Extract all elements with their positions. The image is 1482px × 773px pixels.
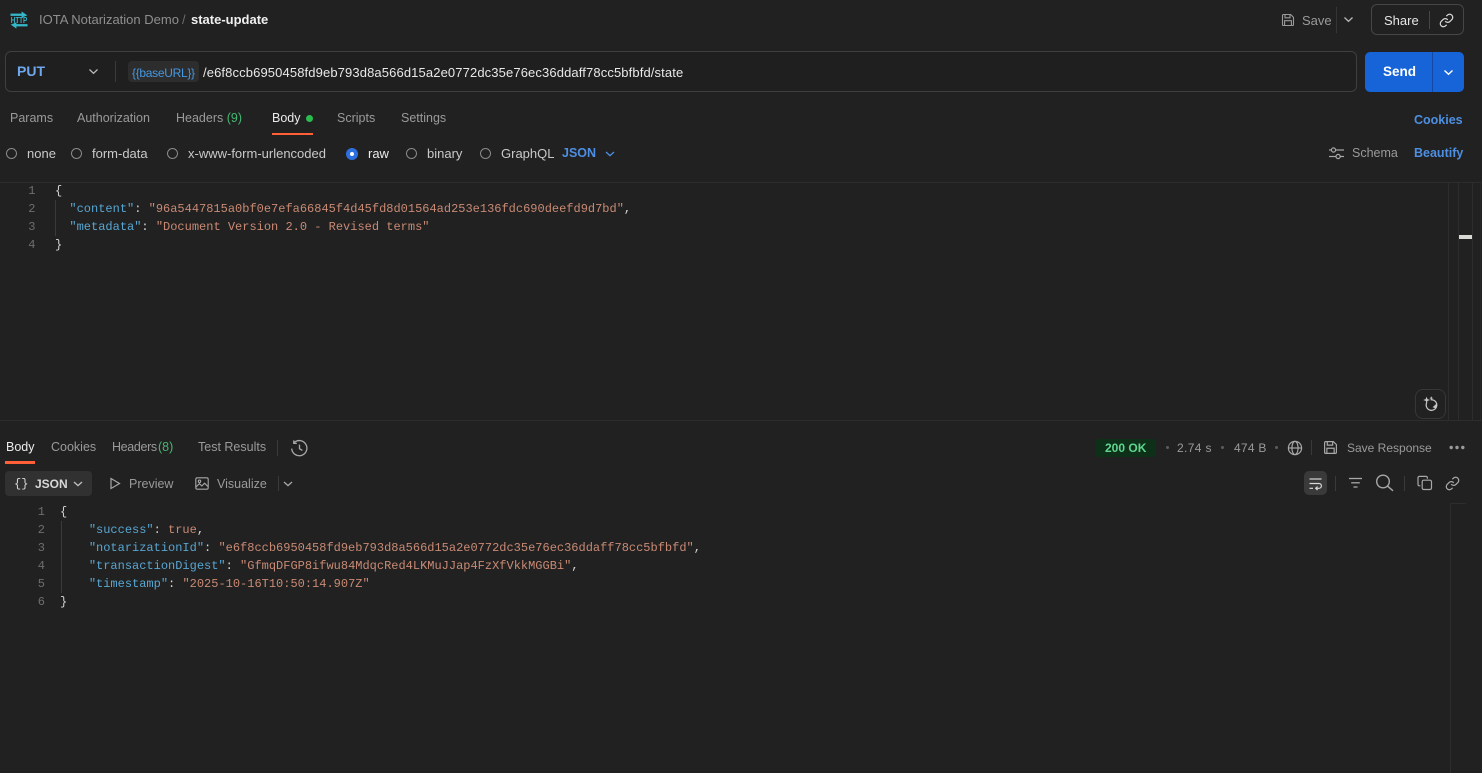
svg-text:HTTP: HTTP [11,16,28,25]
